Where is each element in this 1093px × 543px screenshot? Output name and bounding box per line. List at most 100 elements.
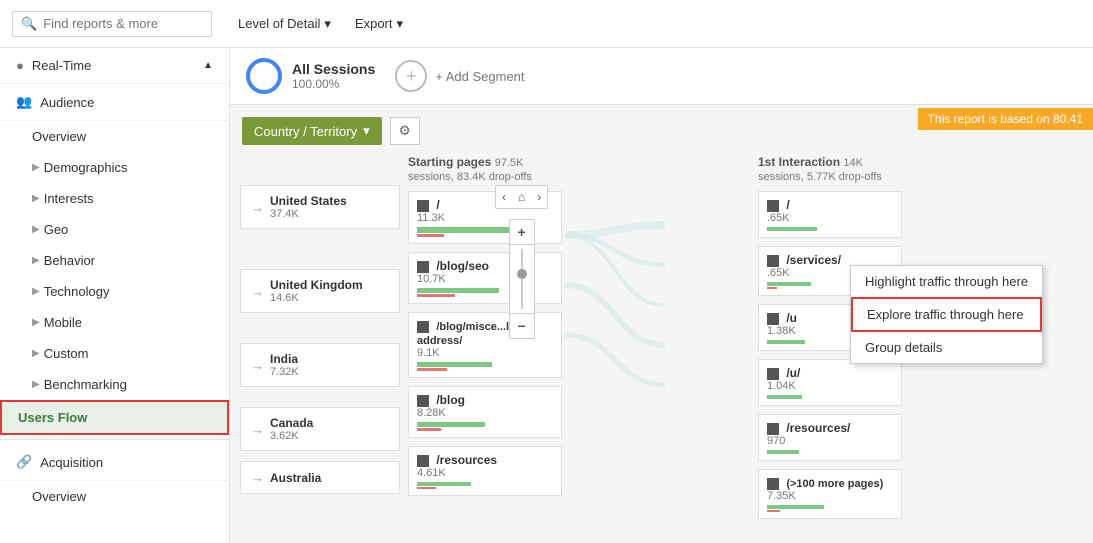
context-menu-group[interactable]: Group details [851,332,1042,363]
page-name-blog: /blog [436,393,465,407]
fi-node-more[interactable]: (>100 more pages) 7.35K [758,469,902,519]
fi-bar-more [767,505,824,509]
sidebar-item-benchmarking[interactable]: ▶ Benchmarking [0,369,229,400]
page-icon-seo [417,261,429,273]
sidebar-item-demographics[interactable]: ▶ Demographics [0,152,229,183]
zoom-out-button[interactable]: − [510,314,534,338]
fi-icon-resources [767,423,779,435]
benchmarking-label: Benchmarking [44,377,127,392]
realtime-icon: ● [16,58,24,73]
audience-icon: 👥 [16,94,32,110]
interests-label: Interests [44,191,94,206]
technology-label: Technology [44,284,110,299]
page-bar-red-blog [417,428,441,431]
country-dropdown-button[interactable]: Country / Territory ▾ [242,117,382,145]
segment-info: All Sessions 100.00% [292,61,375,91]
fi-icon-u2 [767,368,779,380]
add-segment-label: + Add Segment [435,69,524,84]
add-segment-button[interactable]: + + Add Segment [395,60,524,92]
page-node-blog[interactable]: /blog 8.28K [408,386,562,438]
level-detail-button[interactable]: Level of Detail ▾ [232,12,337,36]
fi-node-u2[interactable]: /u/ 1.04K [758,359,902,406]
sidebar-item-technology[interactable]: ▶ Technology [0,276,229,307]
export-button[interactable]: Export ▾ [349,12,409,36]
all-sessions-segment[interactable]: All Sessions 100.00% [246,58,375,94]
country-node-australia[interactable]: → Australia [240,461,400,494]
sidebar-item-custom[interactable]: ▶ Custom [0,338,229,369]
nav-left-button[interactable]: ‹ [496,186,512,208]
app-container: 🔍 Level of Detail ▾ Export ▾ ● Real-Time… [0,0,1093,543]
page-name-root: / [436,198,439,212]
country-node-india[interactable]: → India 7.32K [240,343,400,387]
page-name-resources: /resources [436,453,497,467]
fi-count-root: .65K [767,212,893,224]
country-dropdown-chevron: ▾ [363,123,370,139]
fi-bar-resources [767,450,799,454]
export-chevron: ▾ [397,16,404,32]
country-node-us[interactable]: → United States 37.4K [240,185,400,229]
top-bar: 🔍 Level of Detail ▾ Export ▾ [0,0,1093,48]
search-icon: 🔍 [21,16,37,32]
context-menu-highlight[interactable]: Highlight traffic through here [851,266,1042,297]
context-explore-label: Explore traffic through here [867,307,1024,322]
page-node-resources[interactable]: /resources 4.61K [408,446,562,496]
mobile-arrow: ▶ [32,317,40,328]
segment-pct: 100.00% [292,77,375,91]
fi-count-u2: 1.04K [767,380,893,392]
page-icon-resources [417,455,429,467]
fi-bar-red-more [767,510,780,512]
country-node-uk[interactable]: → United Kingdom 14.6K [240,269,400,313]
fi-name-root: / [786,198,789,212]
fi-node-resources[interactable]: /resources/ 970 [758,414,902,461]
search-input[interactable] [43,16,203,31]
flow-container: Country / Territory ▾ ⚙ ‹ ⌂ › + [230,105,1093,543]
country-australia-name: Australia [270,471,321,485]
first-interaction-header: 1st Interaction 14K sessions, 5.77K drop… [758,155,902,183]
zoom-container: + − [509,219,535,339]
fi-icon-u1 [767,313,779,325]
level-detail-label: Level of Detail [238,16,320,31]
fi-bar-root [767,227,817,231]
zoom-handle[interactable] [517,269,527,279]
nav-right-button[interactable]: › [531,186,547,208]
first-interaction-title: 1st Interaction [758,155,840,169]
sidebar-item-overview[interactable]: Overview [0,121,229,152]
country-node-canada[interactable]: → Canada 3.62K [240,407,400,451]
flow-toolbar: Country / Territory ▾ ⚙ [242,117,1093,145]
acq-overview-label: Overview [32,489,86,504]
sidebar-item-geo[interactable]: ▶ Geo [0,214,229,245]
fi-count-resources: 970 [767,435,893,447]
page-bar-red-res [417,487,436,489]
sidebar-item-acq-overview[interactable]: Overview [0,481,229,512]
fi-node-root[interactable]: / .65K [758,191,902,238]
nav-home-button[interactable]: ⌂ [512,186,531,208]
page-bar-green-res [417,482,471,486]
fi-icon-root [767,200,779,212]
page-bar-green-seo [417,288,499,293]
fi-bar-services [767,282,811,286]
sidebar-item-audience[interactable]: 👥 Audience [0,84,229,121]
sidebar-item-interests[interactable]: ▶ Interests [0,183,229,214]
zoom-divider [510,244,534,245]
fi-icon-more [767,478,779,490]
sidebar-item-behavior[interactable]: ▶ Behavior [0,245,229,276]
level-detail-area: Level of Detail ▾ Export ▾ [232,12,409,36]
gear-button[interactable]: ⚙ [390,117,420,145]
country-india-count: 7.32K [270,366,299,378]
usersflow-label: Users Flow [18,410,87,425]
page-bar-green-misc [417,362,492,367]
sidebar-item-mobile[interactable]: ▶ Mobile [0,307,229,338]
zoom-in-button[interactable]: + [510,220,534,244]
export-label: Export [355,16,393,31]
sidebar-divider [0,439,229,440]
starting-pages-header: Starting pages 97.5K sessions, 83.4K dro… [408,155,562,183]
fi-name-resources: /resources/ [786,421,850,435]
behavior-arrow: ▶ [32,255,40,266]
context-highlight-label: Highlight traffic through here [865,274,1028,289]
context-menu-explore[interactable]: Explore traffic through here [851,297,1042,332]
realtime-label: Real-Time [32,58,91,73]
search-box[interactable]: 🔍 [12,11,212,37]
sidebar-item-realtime[interactable]: ● Real-Time ▲ [0,48,229,84]
sidebar-item-usersflow[interactable]: Users Flow [0,400,229,435]
sidebar-item-acquisition[interactable]: 🔗 Acquisition [0,444,229,481]
